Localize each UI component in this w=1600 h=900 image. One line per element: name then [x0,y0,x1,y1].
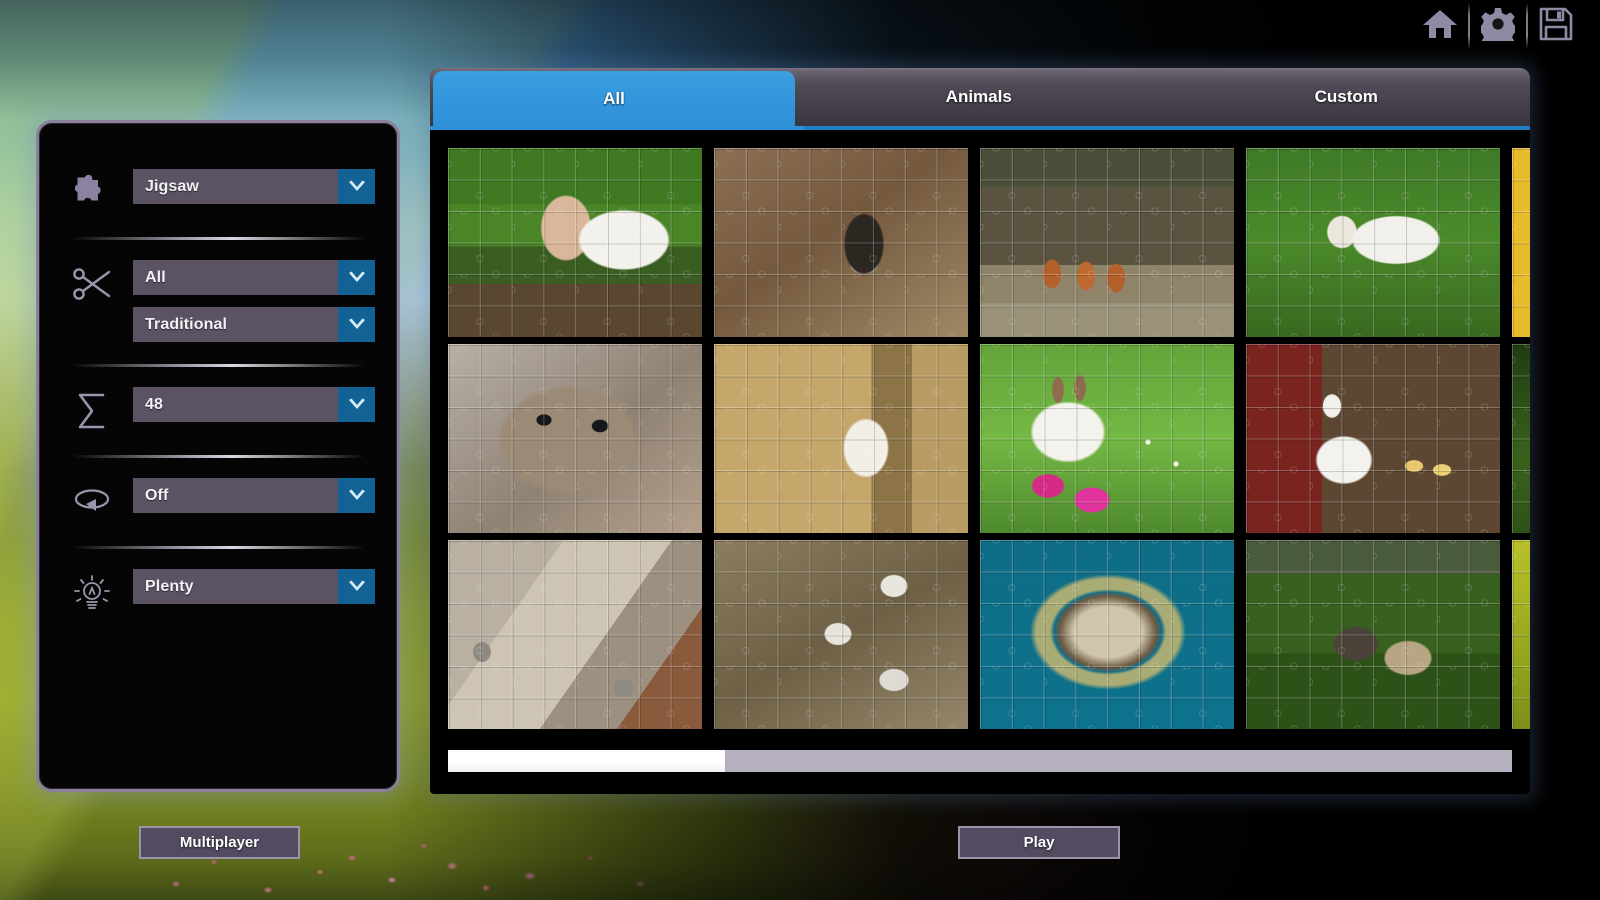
tab-custom[interactable]: Custom [1163,68,1531,126]
home-button[interactable] [1412,2,1468,50]
jigsaw-knob-overlay [1512,148,1530,337]
puzzle-thumbnail[interactable] [448,344,702,533]
rotation-value: Off [145,486,169,504]
chevron-down-icon[interactable] [338,307,375,342]
settings-panel: Jigsaw All Traditional 48 Off Plenty [36,120,400,792]
scissors-icon [69,262,115,306]
save-icon [1539,7,1573,46]
tab-animals[interactable]: Animals [795,68,1163,126]
hints-dropdown[interactable]: Plenty [133,569,375,604]
gear-icon [1476,7,1520,50]
jigsaw-knob-overlay [980,148,1234,337]
cut-style-value: Traditional [145,315,227,333]
puzzle-thumbnail[interactable] [1246,540,1500,729]
chevron-down-icon[interactable] [338,387,375,422]
puzzle-thumbnail[interactable] [980,148,1234,337]
play-button[interactable]: Play [958,826,1120,859]
puzzle-thumbnail[interactable] [1512,540,1530,729]
jigsaw-knob-overlay [1246,148,1500,337]
settings-button[interactable] [1470,2,1526,50]
setting-group-rotation: Off [69,478,375,524]
jigsaw-knob-overlay [1246,344,1500,533]
jigsaw-knob-overlay [980,540,1234,729]
setting-group-cut: All Traditional [69,260,375,342]
hints-value: Plenty [145,577,194,595]
thumbnail-grid [448,148,1530,729]
cut-style-dropdown[interactable]: Traditional [133,307,375,342]
multiplayer-button[interactable]: Multiplayer [139,826,300,859]
tab-all[interactable]: All [433,71,795,126]
puzzle-thumbnail[interactable] [448,540,702,729]
puzzle-type-dropdown[interactable]: Jigsaw [133,169,375,204]
chevron-down-icon[interactable] [338,169,375,204]
puzzle-thumbnail[interactable] [714,540,968,729]
rotation-dropdown[interactable]: Off [133,478,375,513]
jigsaw-knob-overlay [448,148,702,337]
save-button[interactable] [1528,2,1584,50]
puzzle-thumbnail[interactable] [714,344,968,533]
jigsaw-knob-overlay [714,540,968,729]
setting-group-puzzle-type: Jigsaw [69,169,375,215]
tab-animals-label: Animals [945,87,1012,106]
setting-group-piece-count: 48 [69,387,375,433]
settings-divider-4 [71,546,365,549]
cut-shape-dropdown[interactable]: All [133,260,375,295]
image-gallery-panel: All Animals Custom [430,68,1530,794]
jigsaw-knob-overlay [1512,540,1530,729]
scrollbar-thumb[interactable] [448,750,725,772]
chevron-down-icon[interactable] [338,569,375,604]
top-toolbar [1412,0,1600,52]
chevron-down-icon[interactable] [338,478,375,513]
rotation-icon [69,480,115,524]
piece-count-value: 48 [145,395,163,413]
puzzle-game-screen: Jigsaw All Traditional 48 Off Plenty All… [0,0,1600,900]
gallery-tabs: All Animals Custom [430,68,1530,126]
puzzle-piece-icon [69,171,115,215]
puzzle-thumbnail[interactable] [1246,344,1500,533]
jigsaw-knob-overlay [714,344,968,533]
tab-all-label: All [603,88,625,108]
cut-shape-value: All [145,268,166,286]
multiplayer-button-label: Multiplayer [179,834,260,851]
settings-divider-1 [71,237,365,240]
puzzle-thumbnail[interactable] [1246,148,1500,337]
jigsaw-knob-overlay [714,148,968,337]
chevron-down-icon[interactable] [338,260,375,295]
brightness-icon [69,571,115,615]
puzzle-thumbnail[interactable] [980,540,1234,729]
piece-count-dropdown[interactable]: 48 [133,387,375,422]
home-icon [1422,8,1458,45]
jigsaw-knob-overlay [1512,344,1530,533]
setting-group-hints: Plenty [69,569,375,615]
settings-divider-2 [71,364,365,367]
settings-divider-3 [71,455,365,458]
tab-custom-label: Custom [1314,87,1378,106]
puzzle-thumbnail[interactable] [1512,344,1530,533]
puzzle-type-value: Jigsaw [145,177,199,195]
sigma-icon [69,389,115,433]
jigsaw-knob-overlay [448,540,702,729]
play-button-label: Play [1023,834,1055,851]
gallery-horizontal-scrollbar[interactable] [448,750,1512,772]
jigsaw-knob-overlay [1246,540,1500,729]
puzzle-thumbnail[interactable] [980,344,1234,533]
jigsaw-knob-overlay [980,344,1234,533]
jigsaw-knob-overlay [448,344,702,533]
puzzle-thumbnail[interactable] [448,148,702,337]
puzzle-thumbnail[interactable] [1512,148,1530,337]
thumbnail-scroll-area[interactable] [430,130,1530,730]
puzzle-thumbnail[interactable] [714,148,968,337]
